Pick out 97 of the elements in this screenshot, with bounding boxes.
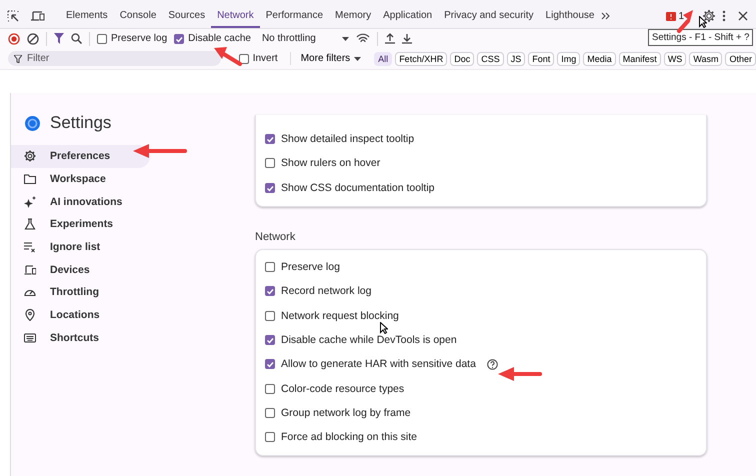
download-icon[interactable] xyxy=(402,33,412,44)
chevrons-icon[interactable] xyxy=(600,11,612,21)
checkbox[interactable] xyxy=(265,384,275,394)
record-icon[interactable] xyxy=(8,32,20,44)
clear-icon[interactable] xyxy=(27,32,39,44)
annotation-arrow xyxy=(133,143,187,159)
checkbox-label: Invert xyxy=(252,53,278,64)
caret-icon xyxy=(342,36,349,40)
annotation-arrow xyxy=(212,44,242,66)
settings-logo-icon xyxy=(25,116,40,130)
type-filter-chip[interactable]: Fetch/XHR xyxy=(395,52,448,66)
placeholder-text: Filter xyxy=(27,53,50,64)
type-filter-chip[interactable]: Wasm xyxy=(689,52,722,66)
annotation-arrow xyxy=(498,366,542,382)
tab[interactable]: Application xyxy=(377,4,438,28)
more-icon[interactable] xyxy=(722,10,726,22)
type-filter-chip[interactable]: Img xyxy=(557,52,580,66)
close-icon[interactable] xyxy=(738,11,748,21)
checkbox[interactable] xyxy=(265,134,275,144)
checkbox[interactable] xyxy=(97,34,107,44)
checkbox[interactable] xyxy=(238,54,249,64)
keyboard-icon xyxy=(24,332,36,344)
tab[interactable]: Memory xyxy=(329,4,378,28)
device-icon[interactable] xyxy=(30,9,46,23)
sparkle-icon xyxy=(24,196,36,208)
list-x-icon xyxy=(24,241,36,254)
devices-icon xyxy=(24,264,36,276)
checkbox-label: Color-code resource types xyxy=(281,382,404,395)
checkbox[interactable] xyxy=(265,334,275,345)
settings-title: Settings xyxy=(50,113,112,133)
checkbox-label: Show CSS documentation tooltip xyxy=(281,182,435,194)
filter-field[interactable]: Filter xyxy=(8,51,221,66)
sidebar-item[interactable]: Devices xyxy=(11,258,150,282)
sidebar-item[interactable]: Experiments xyxy=(11,213,150,236)
checkbox[interactable] xyxy=(265,432,275,442)
tooltip: Settings - F1 - Shift + ? xyxy=(648,29,754,46)
section-heading: Network xyxy=(255,230,296,243)
help-icon[interactable] xyxy=(486,358,498,370)
sidebar-item[interactable]: Throttling xyxy=(11,281,150,304)
inspect-icon[interactable] xyxy=(6,9,20,23)
tab[interactable]: Elements xyxy=(60,4,114,28)
upload-icon[interactable] xyxy=(384,33,395,44)
type-filter-chip[interactable]: CSS xyxy=(477,52,504,66)
filter-icon[interactable] xyxy=(54,33,64,44)
checkbox-label: Disable cache while DevTools is open xyxy=(281,334,457,346)
settings-icon[interactable] xyxy=(702,9,716,23)
pointer-cursor-icon xyxy=(699,16,707,28)
checkbox[interactable] xyxy=(265,359,275,370)
pointer-cursor-icon xyxy=(380,322,388,334)
checkbox-label: Preserve log xyxy=(281,261,340,274)
error-icon xyxy=(666,12,676,20)
type-filter-chip[interactable]: All xyxy=(374,52,392,66)
search-icon[interactable] xyxy=(71,33,82,44)
sidebar-item[interactable]: Preferences xyxy=(11,145,150,168)
checkbox-label: Network request blocking xyxy=(281,310,399,322)
caret-icon xyxy=(354,56,362,60)
checkbox[interactable] xyxy=(265,408,275,418)
type-filter-chip[interactable]: Other xyxy=(725,52,756,66)
checkbox[interactable] xyxy=(265,286,275,296)
checkbox[interactable] xyxy=(265,310,275,321)
type-filter-chip[interactable]: Media xyxy=(583,52,616,66)
checkbox-label: Disable cache xyxy=(188,33,251,44)
sidebar-item[interactable]: Workspace xyxy=(11,168,150,190)
sidebar-item[interactable]: Shortcuts xyxy=(11,326,150,350)
checkbox-label: Group network log by frame xyxy=(281,406,411,419)
checkbox-label: Preserve log xyxy=(111,33,168,44)
checkbox-label: Force ad blocking on this site xyxy=(281,431,417,444)
checkbox[interactable] xyxy=(265,158,275,168)
checkbox-label: Record network log xyxy=(281,285,372,298)
checkbox-label: Show detailed inspect tooltip xyxy=(281,133,414,146)
sidebar-item[interactable]: Locations xyxy=(11,304,150,326)
checkbox-label: Allow to generate HAR with sensitive data xyxy=(281,358,476,370)
type-filter-chip[interactable]: WS xyxy=(664,52,686,66)
checkbox[interactable] xyxy=(265,182,275,193)
flask-icon xyxy=(24,218,36,230)
tab[interactable]: Console xyxy=(114,4,162,28)
throttling-dropdown[interactable]: No throttling xyxy=(262,33,316,44)
type-filter-chip[interactable]: Font xyxy=(528,52,554,66)
tab[interactable]: Privacy and security xyxy=(438,4,540,28)
issue-count: 1 xyxy=(678,10,684,22)
filter-icon xyxy=(14,54,22,62)
checkbox[interactable] xyxy=(174,34,184,44)
folder-icon xyxy=(24,173,36,186)
checkbox[interactable] xyxy=(265,262,275,272)
type-filter-chip[interactable]: JS xyxy=(506,52,526,66)
sidebar-item[interactable]: Ignore list xyxy=(11,236,150,258)
more-filters-button[interactable]: More filters xyxy=(290,52,368,65)
sidebar-item[interactable]: AI innovations xyxy=(11,190,150,214)
tab[interactable]: Sources xyxy=(162,4,212,28)
annotation-arrow xyxy=(676,8,694,34)
pin-icon xyxy=(24,309,36,322)
gear-icon xyxy=(24,150,36,162)
tab[interactable]: Performance xyxy=(260,4,330,28)
checkbox-label: Show rulers on hover xyxy=(281,157,380,170)
tab[interactable]: Lighthouse xyxy=(540,4,600,28)
type-filter-chip[interactable]: Manifest xyxy=(618,52,661,66)
type-filter-chip[interactable]: Doc xyxy=(450,52,474,66)
